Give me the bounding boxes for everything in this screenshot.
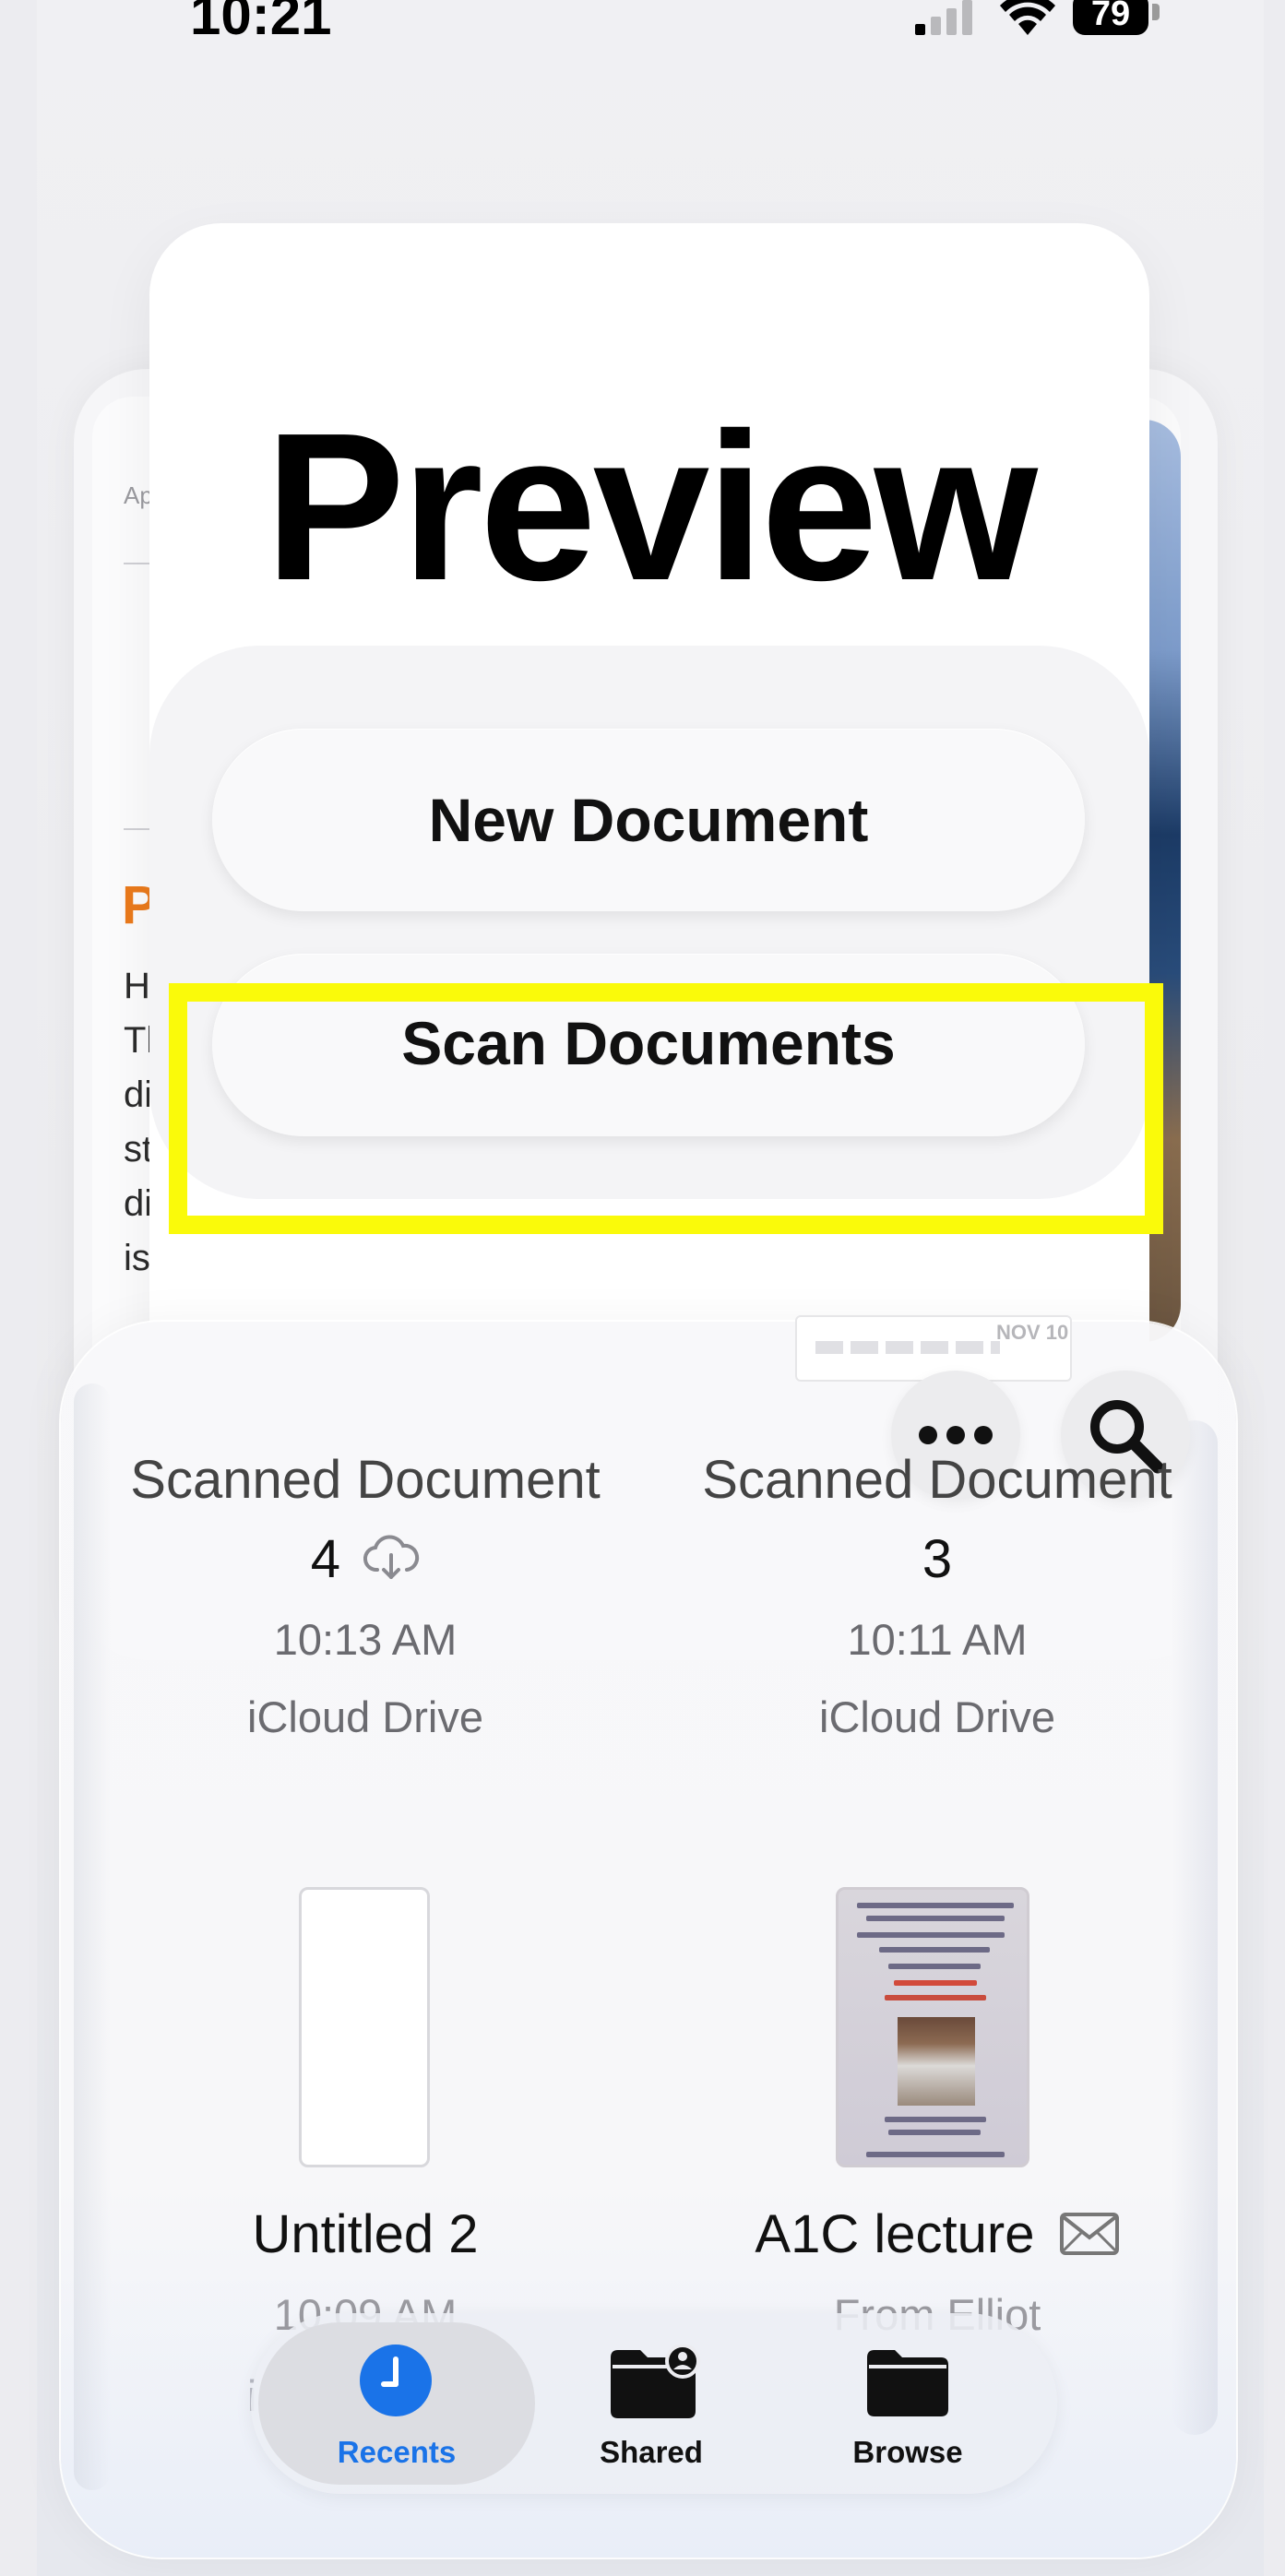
tab-label: Browse bbox=[852, 2435, 963, 2469]
battery-tip bbox=[1152, 4, 1160, 20]
file-name: Untitled 2 bbox=[252, 2204, 479, 2264]
file-item[interactable]: Scanned Document 4 10:13 AM iCloud Drive bbox=[79, 1441, 651, 1754]
tab-shared[interactable]: Shared bbox=[531, 2322, 771, 2485]
tab-browse[interactable]: Browse bbox=[788, 2322, 1028, 2485]
file-time: 10:13 AM bbox=[273, 1615, 458, 1664]
file-item[interactable]: Scanned Document 3 10:11 AM iCloud Drive bbox=[651, 1441, 1223, 1754]
folder-icon bbox=[867, 2350, 948, 2416]
file-thumbnail-blank[interactable] bbox=[299, 1887, 430, 2167]
envelope-icon bbox=[1059, 2213, 1119, 2255]
wifi-icon bbox=[1000, 0, 1055, 35]
cloud-download-icon bbox=[363, 1535, 420, 1579]
file-name: Scanned Document bbox=[702, 1450, 1172, 1510]
tab-label: Recents bbox=[337, 2435, 457, 2469]
preview-title: Preview bbox=[265, 390, 1038, 624]
tab-label: Shared bbox=[600, 2435, 703, 2469]
clock-icon bbox=[360, 2345, 432, 2416]
cellular-signal-icon bbox=[915, 0, 972, 35]
tab-recents[interactable]: Recents bbox=[258, 2322, 535, 2485]
file-name-row: A1C lecture bbox=[651, 2195, 1223, 2274]
file-thumbnail-flyer[interactable] bbox=[836, 1887, 1029, 2167]
file-name-line2: 4 bbox=[79, 1520, 651, 1599]
file-name: A1C lecture bbox=[755, 2204, 1035, 2264]
status-time: 10:21 bbox=[190, 0, 332, 46]
thumbnail-date: NOV 10 bbox=[996, 1321, 1069, 1344]
file-time: 10:11 AM bbox=[847, 1615, 1028, 1664]
highlight-annotation-box bbox=[169, 983, 1163, 1234]
file-name-number: 3 bbox=[922, 1529, 953, 1589]
file-location: iCloud Drive bbox=[819, 1692, 1055, 1741]
file-location: iCloud Drive bbox=[247, 1692, 483, 1741]
file-name: Scanned Document bbox=[130, 1450, 601, 1510]
new-document-button[interactable]: New Document bbox=[212, 729, 1085, 911]
shared-folder-icon bbox=[611, 2345, 700, 2418]
file-name-number: 4 bbox=[310, 1529, 341, 1589]
battery-indicator: 79 bbox=[1073, 0, 1148, 35]
